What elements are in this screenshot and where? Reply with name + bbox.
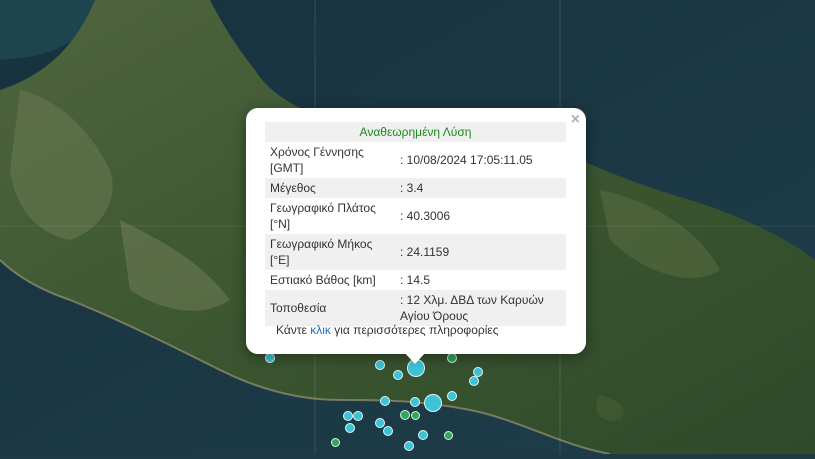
longitude-label: Γεωγραφικό Μήκος [°E] [265,234,395,270]
info-row-longitude: Γεωγραφικό Μήκος [°E] : 24.1159 [265,234,566,270]
origin-time-value: : 10/08/2024 17:05:11.05 [400,153,533,167]
more-info-text: Κάντε κλικ για περισσότερες πληροφορίες [276,323,499,337]
info-header-row: Αναθεωρημένη Λύση [265,122,566,142]
depth-value: : 14.5 [400,273,431,287]
info-row-location: Τοποθεσία : 12 Χλμ. ΔΒΔ των Καρυών Αγίου… [265,290,566,326]
earthquake-marker[interactable] [345,423,355,433]
earthquake-marker[interactable] [411,411,420,420]
popup-close-button[interactable]: × [571,111,580,129]
earthquake-marker[interactable] [400,410,410,420]
earthquake-marker[interactable] [447,353,457,363]
earthquake-marker[interactable] [265,353,275,363]
origin-time-label: Χρόνος Γέννησης [GMT] [270,145,364,175]
info-row-magnitude: Μέγεθος : 3.4 [265,178,566,198]
earthquake-marker[interactable] [444,431,453,440]
earthquake-info-table: Αναθεωρημένη Λύση Χρόνος Γέννησης [GMT] … [265,122,566,326]
location-value: : 12 Χλμ. ΔΒΔ των Καρυών Αγίου Όρους [395,290,566,326]
more-info-link[interactable]: κλικ [310,323,331,337]
info-row-latitude: Γεωγραφικό Πλάτος [°N] : 40.3006 [265,198,566,234]
earthquake-marker[interactable] [393,370,403,380]
depth-label: Εστιακό Βάθος [km] [270,273,376,287]
popup-tip [404,352,426,364]
earthquake-marker[interactable] [469,376,479,386]
earthquake-marker[interactable] [383,426,393,436]
longitude-value: : 24.1159 [395,234,566,270]
latitude-label: Γεωγραφικό Πλάτος [°N] [270,201,376,231]
footer-suffix: για περισσότερες πληροφορίες [330,323,499,337]
magnitude-label: Μέγεθος [265,178,395,198]
earthquake-marker[interactable] [353,411,363,421]
earthquake-marker[interactable] [404,441,414,451]
location-label: Τοποθεσία [265,290,395,326]
info-row-origin-time: Χρόνος Γέννησης [GMT] : 10/08/2024 17:05… [265,142,566,178]
earthquake-marker[interactable] [447,391,457,401]
earthquake-marker[interactable] [424,394,442,412]
earthquake-info-popup: × Αναθεωρημένη Λύση Χρόνος Γέννησης [GMT… [246,108,586,354]
solution-status: Αναθεωρημένη Λύση [265,122,566,142]
info-row-depth: Εστιακό Βάθος [km] : 14.5 [265,270,566,290]
earthquake-marker[interactable] [418,430,428,440]
earthquake-marker[interactable] [331,438,340,447]
latitude-value: : 40.3006 [400,209,451,223]
earthquake-marker[interactable] [410,397,420,407]
earthquake-marker[interactable] [375,360,385,370]
footer-prefix: Κάντε [276,323,311,337]
magnitude-value: : 3.4 [395,178,566,198]
earthquake-marker[interactable] [343,411,353,421]
earthquake-marker[interactable] [380,396,390,406]
